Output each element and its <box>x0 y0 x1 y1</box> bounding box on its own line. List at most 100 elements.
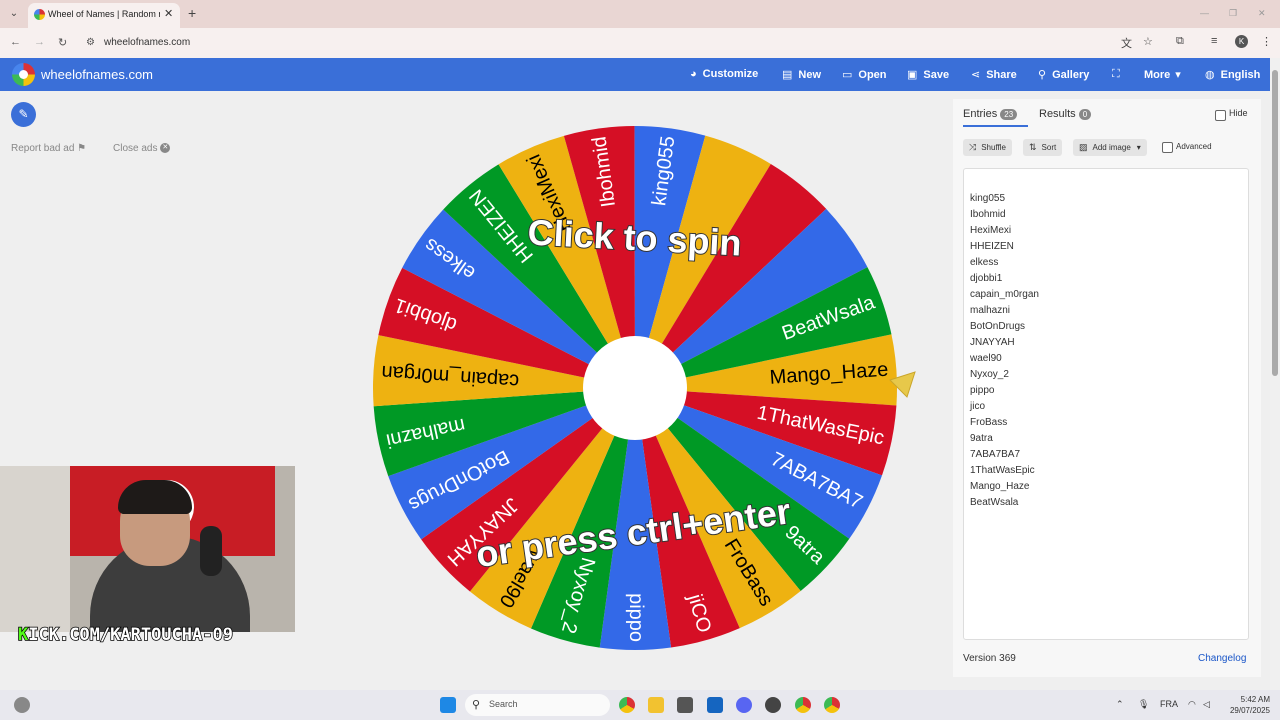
browser-tab-title: Wheel of Names | Random name <box>48 9 160 19</box>
browser-tab-bar: ⌄ Wheel of Names | Random name ✕ + — ❐ ✕ <box>0 0 1280 28</box>
entry-line: BeatWsala <box>970 497 1019 508</box>
open-button[interactable]: ▭ Open <box>842 68 887 81</box>
entry-line: 1ThatWasEpic <box>970 465 1035 476</box>
file-icon: ▤ <box>782 69 793 81</box>
save-button[interactable]: ▣ Save <box>907 68 949 81</box>
advanced-checkbox[interactable] <box>1162 142 1173 153</box>
entry-line: JNAYYAH <box>970 337 1015 348</box>
spin-wheel[interactable]: Mango_Haze1ThatWasEpic7ABA7BA79atraFroBa… <box>370 125 930 655</box>
wheel-center-hub[interactable] <box>583 336 687 440</box>
translate-icon[interactable]: ⽂ <box>1121 35 1132 51</box>
app-header: wheelofnames.com ◕ Customize ▤ New ▭ Open ▣… <box>0 58 1270 91</box>
window-close-icon[interactable]: ✕ <box>1258 8 1266 19</box>
palette-icon: ◕ <box>690 68 697 80</box>
entry-line: pippo <box>970 385 995 396</box>
fullscreen-icon: ⛶ <box>1112 68 1120 80</box>
shuffle-button[interactable]: ⤨ Shuffle <box>963 139 1012 156</box>
entry-line: Mango_Haze <box>970 481 1030 492</box>
search-icon: ⚲ <box>1038 69 1047 81</box>
minimize-icon[interactable]: — <box>1200 8 1209 18</box>
profile-avatar[interactable]: K <box>1235 35 1248 48</box>
sort-icon: ⇅ <box>1029 142 1037 152</box>
extensions-icon[interactable]: ⧉ <box>1176 35 1184 48</box>
browser-tab[interactable]: Wheel of Names | Random name ✕ <box>28 3 180 28</box>
flag-icon: ⚑ <box>77 143 87 154</box>
favicon-icon <box>34 9 45 20</box>
url-text: wheelofnames.com <box>104 37 191 48</box>
shuffle-icon: ⤨ <box>969 142 977 152</box>
tab-entries[interactable]: Entries 23 <box>963 108 1018 120</box>
clock-date: 29/07/2025 <box>1229 706 1270 715</box>
new-tab-icon[interactable]: + <box>188 5 196 21</box>
version-label: Version 369 <box>963 653 1016 664</box>
entry-line: malhazni <box>970 305 1011 316</box>
bookmark-star-icon[interactable]: ☆ <box>1143 35 1153 48</box>
reading-list-icon[interactable]: ≡ <box>1211 35 1217 47</box>
taskbar-clock[interactable]: 5:42 AM 29/07/2025 <box>1226 694 1270 716</box>
entries-textarea[interactable]: king055 Ibohmid HexiMexi HHEIZEN elkess djobb… <box>963 168 1249 640</box>
wifi-icon[interactable]: ◠ <box>1188 699 1196 710</box>
chrome-profile-icon[interactable] <box>824 697 840 713</box>
close-tab-icon[interactable]: ✕ <box>164 7 173 20</box>
page-scrollbar[interactable] <box>1270 58 1280 690</box>
maximize-icon[interactable]: ❐ <box>1229 8 1237 19</box>
widgets-icon[interactable] <box>14 697 30 713</box>
mic-icon[interactable]: 🎙︎ <box>1138 699 1149 710</box>
reload-icon[interactable]: ↻ <box>58 36 67 49</box>
wheel-slice-label: pippo <box>625 593 647 642</box>
forward-icon[interactable]: → <box>34 36 45 48</box>
entry-line: Nyxoy_2 <box>970 369 1009 380</box>
report-bad-ad-link[interactable]: Report bad ad ⚑ <box>11 143 86 154</box>
search-icon: ⚲ <box>472 699 481 711</box>
outlook-icon[interactable] <box>707 697 723 713</box>
brand-title[interactable]: wheelofnames.com <box>41 67 153 82</box>
close-ads-link[interactable]: Close ads ✕ <box>113 143 171 154</box>
entry-line: 7ABA7BA7 <box>970 449 1021 460</box>
customize-button[interactable]: ◕ Customize <box>690 68 758 80</box>
store-icon[interactable] <box>677 697 693 713</box>
active-tab-indicator <box>963 125 1028 127</box>
browser-menu-icon[interactable]: ⋮ <box>1261 35 1272 48</box>
tab-results[interactable]: Results 0 <box>1039 108 1092 120</box>
share-icon: ⋖ <box>971 69 981 81</box>
site-info-icon[interactable]: ⚙ <box>86 37 95 48</box>
entry-line: elkess <box>970 257 999 268</box>
stream-overlay-text: KICK.COM/KARTOUCHA-09 <box>17 624 233 646</box>
fullscreen-button[interactable]: ⛶ <box>1112 68 1126 81</box>
image-icon: ▨ <box>1079 142 1088 152</box>
taskbar-search-text: Search <box>489 699 518 709</box>
tray-chevron-icon[interactable]: ⌃ <box>1116 699 1124 710</box>
edit-pencil-button[interactable]: ✎ <box>11 102 36 127</box>
discord-icon[interactable] <box>736 697 752 713</box>
chevron-down-icon: ▾ <box>1175 69 1181 81</box>
add-image-button[interactable]: ▨ Add image ▾ <box>1073 139 1147 156</box>
more-button[interactable]: More ▾ <box>1144 68 1181 81</box>
taskbar-search-input[interactable]: ⚲ Search <box>465 694 610 716</box>
chrome-icon[interactable] <box>619 697 635 713</box>
chrome-active-icon[interactable] <box>795 697 811 713</box>
windows-taskbar: ⚲ Search ⌃ FRA 🎙︎ ◠ ◁ 5:42 AM 29/07/2025 <box>0 690 1280 720</box>
new-button[interactable]: ▤ New <box>782 68 821 81</box>
pencil-icon: ✎ <box>18 107 29 121</box>
language-button[interactable]: ◍ English <box>1205 68 1260 81</box>
scrollbar-thumb[interactable] <box>1272 70 1278 376</box>
address-bar-row: ← → ↻ ⚙ wheelofnames.com ⽂ ☆ ⧉ ≡ ⋮ <box>0 28 1280 58</box>
tab-search-icon[interactable]: ⌄ <box>6 6 22 22</box>
gallery-button[interactable]: ⚲ Gallery <box>1038 68 1089 81</box>
entries-panel: Entries 23 Results 0 Hide ⤨ Shuffle ⇅ Sort ▨… <box>953 99 1261 677</box>
wheel-logo-icon[interactable] <box>12 63 35 86</box>
entry-line: djobbi1 <box>970 273 1003 284</box>
file-explorer-icon[interactable] <box>648 697 664 713</box>
back-icon[interactable]: ← <box>10 36 21 48</box>
url-field[interactable]: ⚙ wheelofnames.com <box>80 32 1120 54</box>
share-button[interactable]: ⋖ Share <box>971 68 1017 81</box>
entry-line: FroBass <box>970 417 1008 428</box>
start-windows-icon[interactable] <box>440 697 456 713</box>
app-icon[interactable] <box>765 697 781 713</box>
globe-icon: ◍ <box>1205 69 1215 81</box>
volume-icon[interactable]: ◁ <box>1203 699 1210 710</box>
changelog-link[interactable]: Changelog <box>1198 653 1246 664</box>
language-indicator[interactable]: FRA <box>1160 699 1178 709</box>
hide-checkbox[interactable] <box>1215 110 1226 121</box>
sort-button[interactable]: ⇅ Sort <box>1023 139 1063 156</box>
